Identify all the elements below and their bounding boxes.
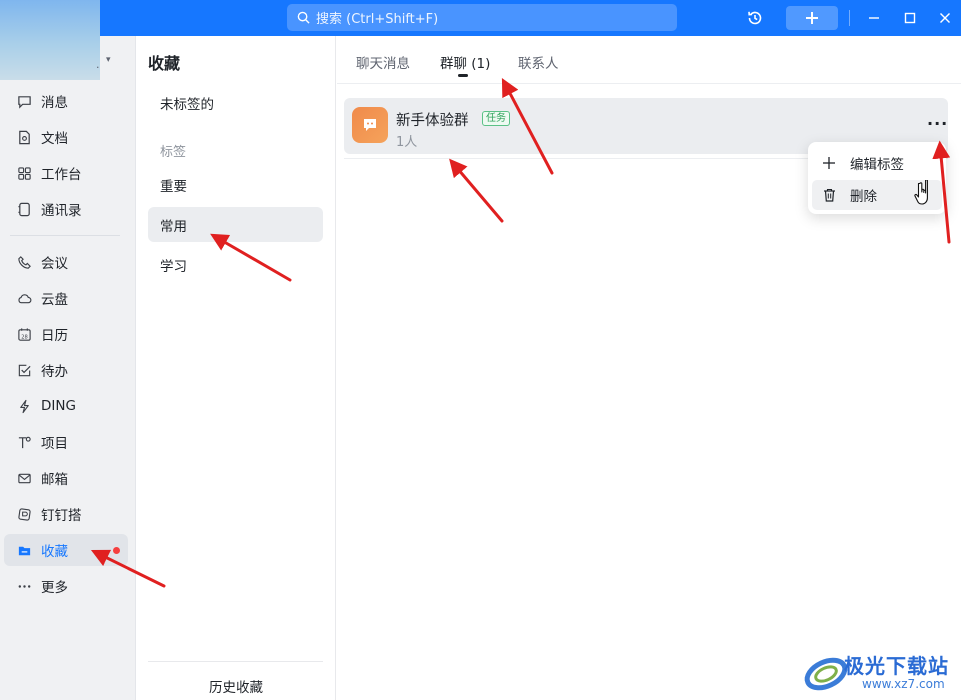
avatar-dropdown-caret[interactable]: ▾ (106, 55, 111, 65)
sidebar-item-label: 待办 (41, 364, 68, 380)
sidebar-item-contacts[interactable]: 通讯录 (4, 193, 128, 225)
tab-group-chats[interactable]: 群聊 (1) (440, 52, 490, 72)
hand-cursor-icon (914, 180, 928, 205)
sidebar-item-builder[interactable]: 钉钉搭 (4, 498, 128, 530)
calendar-icon: 28 (16, 326, 32, 342)
tag-item-study[interactable]: 学习 (148, 247, 323, 282)
plus-icon (806, 12, 818, 24)
maximize-button[interactable] (898, 6, 922, 30)
sidebar-item-label: 文档 (41, 131, 68, 147)
mail-icon (16, 470, 32, 486)
menu-item-label: 删除 (850, 189, 877, 205)
watermark-url: www.xz7.com (862, 677, 945, 691)
plus-icon (822, 156, 836, 170)
cloud-icon (16, 290, 32, 306)
sidebar-item-calendar[interactable]: 28 日历 (4, 318, 128, 350)
watermark-text: 极光下载站 (844, 654, 949, 678)
tab-chat-messages[interactable]: 聊天消息 (356, 52, 410, 72)
sidebar-item-label: 通讯录 (41, 203, 82, 219)
sidebar-item-ding[interactable]: DING (4, 390, 128, 422)
sidebar-item-mail[interactable]: 邮箱 (4, 462, 128, 494)
main-content: 聊天消息 群聊 (1) 联系人 新手体验群 任务 1人 ··· 编辑标签 删除 (337, 36, 961, 700)
sidebar-item-label: 钉钉搭 (41, 508, 82, 524)
sidebar-item-label: 邮箱 (41, 472, 68, 488)
avatar[interactable] (0, 0, 100, 80)
titlebar-divider (849, 10, 850, 26)
avatar-name-ellipsis: . (96, 58, 100, 71)
tab-bar: 聊天消息 群聊 (1) 联系人 (337, 36, 961, 84)
sidebar-item-more[interactable]: 更多 (4, 570, 128, 602)
tag-panel: 收藏 未标签的 标签 重要 常用 学习 历史收藏 (136, 36, 336, 700)
menu-item-label: 编辑标签 (850, 157, 904, 173)
panel-divider (148, 661, 323, 662)
minimize-icon (869, 17, 879, 19)
todo-icon (16, 362, 32, 378)
notification-dot (113, 547, 120, 554)
close-icon (940, 13, 950, 23)
task-badge: 任务 (482, 111, 510, 126)
sidebar-item-messages[interactable]: 消息 (4, 85, 128, 117)
sidebar-item-label: 工作台 (41, 167, 82, 183)
tag-group-label: 标签 (160, 145, 187, 160)
grid-icon (16, 165, 32, 181)
phone-icon (16, 254, 32, 270)
tab-contacts[interactable]: 联系人 (518, 52, 559, 72)
sidebar-item-label: DING (41, 398, 76, 414)
builder-icon (16, 506, 32, 522)
chat-bubble-icon (16, 93, 32, 109)
sidebar-item-label: 会议 (41, 256, 68, 272)
sidebar-item-label: 项目 (41, 436, 68, 452)
sidebar-item-workbench[interactable]: 工作台 (4, 157, 128, 189)
contacts-icon (16, 201, 32, 217)
project-icon (16, 434, 32, 450)
sidebar-item-meeting[interactable]: 会议 (4, 246, 128, 278)
sidebar-item-label: 收藏 (41, 544, 68, 560)
tag-item-untagged[interactable]: 未标签的 (148, 85, 323, 120)
watermark-logo: 极光下载站 www.xz7.com (800, 644, 958, 698)
sidebar-item-label: 消息 (41, 95, 68, 111)
trash-icon (822, 188, 836, 202)
sidebar-item-docs[interactable]: 文档 (4, 121, 128, 153)
sidebar-item-favorites[interactable]: 收藏 (4, 534, 128, 566)
panel-title: 收藏 (148, 54, 181, 73)
member-count: 1人 (396, 135, 418, 150)
sidebar-item-label: 更多 (41, 580, 68, 596)
sidebar-divider (10, 235, 120, 236)
sidebar-item-label: 云盘 (41, 292, 68, 308)
group-name: 新手体验群 (396, 113, 469, 129)
tag-item-common[interactable]: 常用 (148, 207, 323, 242)
sidebar-item-project[interactable]: 项目 (4, 426, 128, 458)
search-placeholder: 搜索 (Ctrl+Shift+F) (316, 12, 439, 27)
lightning-icon (16, 398, 32, 414)
document-icon (16, 129, 32, 145)
svg-text:28: 28 (21, 334, 28, 340)
add-button[interactable] (786, 6, 838, 30)
edit-tags-menu-item[interactable]: 编辑标签 (812, 148, 942, 178)
search-icon (297, 11, 310, 24)
history-icon (748, 11, 762, 25)
sidebar: 消息 文档 工作台 通讯录 会议 云盘 28 日历 待办 DING 项目 邮箱 (0, 36, 136, 700)
active-tab-indicator (458, 74, 468, 77)
sidebar-item-todo[interactable]: 待办 (4, 354, 128, 386)
history-favorites-link[interactable]: 历史收藏 (136, 676, 336, 696)
minimize-button[interactable] (862, 6, 886, 30)
folder-icon (16, 542, 32, 558)
more-options-button[interactable]: ··· (927, 114, 948, 133)
close-button[interactable] (933, 6, 957, 30)
more-icon (16, 578, 32, 594)
maximize-icon (904, 12, 916, 24)
history-button[interactable] (742, 6, 768, 30)
sidebar-item-label: 日历 (41, 328, 68, 344)
sidebar-item-cloud[interactable]: 云盘 (4, 282, 128, 314)
tag-item-important[interactable]: 重要 (148, 167, 323, 202)
search-input[interactable]: 搜索 (Ctrl+Shift+F) (287, 4, 677, 31)
group-avatar-icon (352, 107, 388, 143)
